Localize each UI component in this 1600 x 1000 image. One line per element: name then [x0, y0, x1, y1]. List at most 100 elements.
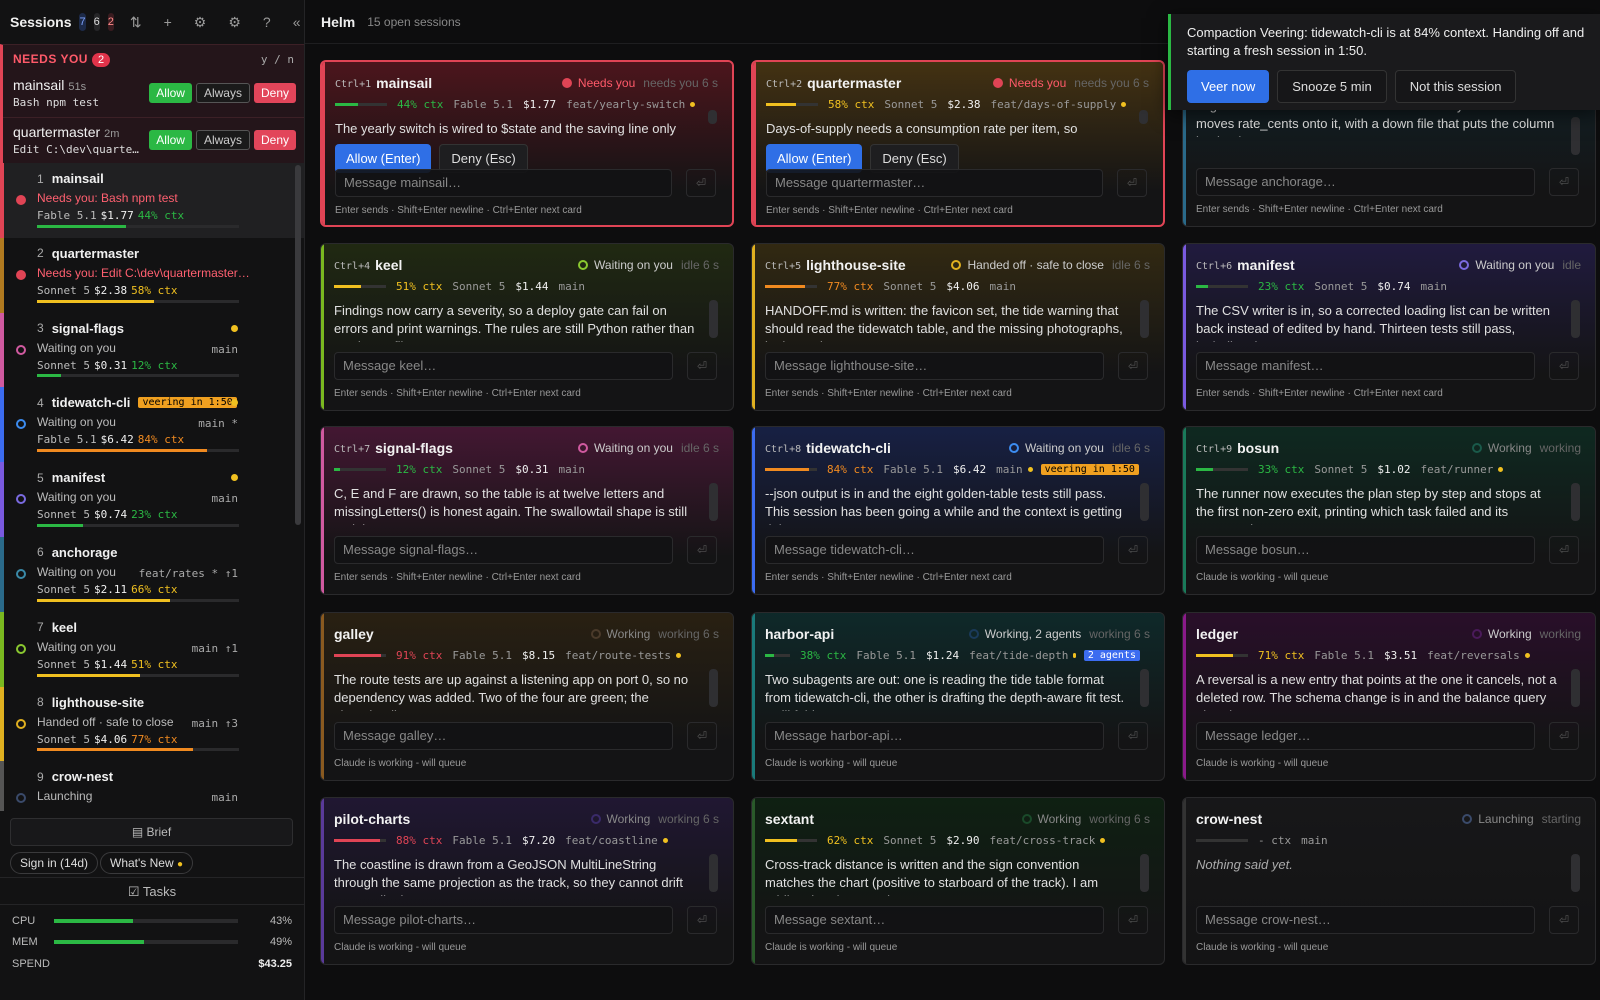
card-scrollbar[interactable]: [1140, 669, 1149, 707]
settings-icon[interactable]: ⚙: [194, 14, 207, 31]
card-scrollbar[interactable]: [708, 110, 717, 124]
session-card-mainsail[interactable]: Ctrl+1 mainsail Needs you needs you 6 s 44% …: [320, 60, 734, 227]
send-icon[interactable]: ⏎: [686, 169, 716, 197]
message-input[interactable]: Message sextant…: [765, 906, 1104, 934]
session-item-lighthouse-site[interactable]: 8 lighthouse-site Handed off · safe to clo…: [0, 686, 304, 762]
session-card-manifest[interactable]: Ctrl+6 manifest Waiting on you idle 23% ctx S…: [1182, 243, 1596, 411]
help-icon[interactable]: ?: [263, 14, 271, 30]
card-scrollbar[interactable]: [1571, 669, 1580, 707]
session-item-keel[interactable]: 7 keel Waiting on you main ↑1 Sonnet 5 $1.44 5…: [0, 611, 304, 687]
allow-button[interactable]: Allow: [149, 83, 192, 103]
session-card-keel[interactable]: Ctrl+4 keel Waiting on you idle 6 s 51% ctx S…: [320, 243, 734, 411]
session-card-lighthouse-site[interactable]: Ctrl+5 lighthouse-site Handed off · safe t…: [751, 243, 1165, 411]
card-ctx: 12% ctx: [396, 462, 443, 476]
send-icon[interactable]: ⏎: [1549, 352, 1579, 380]
send-icon[interactable]: ⏎: [1117, 169, 1147, 197]
session-list-scrollbar[interactable]: [295, 165, 301, 525]
card-scrollbar[interactable]: [1140, 854, 1149, 892]
always-button[interactable]: Always: [195, 83, 250, 103]
session-card-pilot-charts[interactable]: pilot-charts Working working 6 s 88% ctx Fab…: [320, 797, 734, 965]
message-input[interactable]: Message tidewatch-cli…: [765, 536, 1104, 564]
session-card-harbor-api[interactable]: harbor-api Working, 2 agents working 6 s 38…: [751, 612, 1165, 781]
brief-button[interactable]: ▤ Brief: [10, 818, 293, 846]
message-input[interactable]: Message ledger…: [1196, 722, 1535, 750]
send-icon[interactable]: ⏎: [687, 722, 717, 750]
message-input[interactable]: Message harbor-api…: [765, 722, 1104, 750]
deny-button[interactable]: Deny: [253, 83, 296, 103]
message-input[interactable]: Message keel…: [334, 352, 673, 380]
session-card-crow-nest[interactable]: crow-nest Launching starting - ctx main Nothi…: [1182, 797, 1596, 965]
needs-you-item[interactable]: mainsail 51s Bash npm test Allow Always De…: [3, 71, 304, 117]
session-item-anchorage[interactable]: 6 anchorage Waiting on you feat/rates * ↑1 S…: [0, 536, 304, 612]
message-input[interactable]: Message mainsail…: [335, 169, 672, 197]
session-card-quartermaster[interactable]: Ctrl+2 quartermaster Needs you needs you 6 …: [751, 60, 1165, 227]
session-card-tidewatch-cli[interactable]: Ctrl+8 tidewatch-cli Waiting on you idle 6 …: [751, 426, 1165, 595]
card-name: signal-flags: [375, 440, 453, 456]
card-scrollbar[interactable]: [709, 854, 718, 892]
message-input[interactable]: Message galley…: [334, 722, 673, 750]
message-input[interactable]: Message bosun…: [1196, 536, 1535, 564]
card-scrollbar[interactable]: [709, 483, 718, 521]
card-scrollbar[interactable]: [1571, 117, 1580, 155]
session-card-galley[interactable]: galley Working working 6 s 91% ctx Fable 5.1…: [320, 612, 734, 781]
send-icon[interactable]: ⏎: [1549, 722, 1579, 750]
send-icon[interactable]: ⏎: [1549, 536, 1579, 564]
session-item-crow-nest[interactable]: 9 crow-nest Launching main: [0, 761, 304, 811]
send-icon[interactable]: ⏎: [1549, 168, 1579, 196]
spend-value: $43.25: [258, 958, 292, 970]
session-item-quartermaster[interactable]: 2 quartermaster Needs you: Edit C:\dev\qua…: [0, 237, 304, 313]
send-icon[interactable]: ⏎: [1549, 906, 1579, 934]
card-scrollbar[interactable]: [709, 669, 718, 707]
session-item-signal-flags[interactable]: 3 signal-flags Waiting on you main Sonnet 5 $…: [0, 312, 304, 388]
snooze-button[interactable]: Snooze 5 min: [1277, 70, 1387, 103]
send-icon[interactable]: ⏎: [1118, 906, 1148, 934]
message-input[interactable]: Message lighthouse-site…: [765, 352, 1104, 380]
message-input[interactable]: Message pilot-charts…: [334, 906, 673, 934]
card-scrollbar[interactable]: [1571, 483, 1580, 521]
add-icon[interactable]: +: [164, 14, 172, 30]
ctx-bar-fill: [37, 224, 126, 228]
always-button[interactable]: Always: [195, 129, 250, 150]
session-item-manifest[interactable]: 5 manifest Waiting on you main Sonnet 5 $0.74…: [0, 462, 304, 537]
sort-icon[interactable]: ⇅: [130, 14, 142, 31]
sign-in-button[interactable]: Sign in (14d): [10, 852, 99, 874]
session-card-sextant[interactable]: sextant Working working 6 s 62% ctx Sonnet 5…: [751, 797, 1165, 965]
session-branch: main *: [198, 417, 238, 431]
message-input[interactable]: Message anchorage…: [1196, 168, 1535, 196]
send-icon[interactable]: ⏎: [1118, 352, 1148, 380]
veer-now-button[interactable]: Veer now: [1187, 70, 1270, 103]
card-body: The runner now executes the plan step by…: [1196, 486, 1541, 525]
session-card-bosun[interactable]: Ctrl+9 bosun Working working 33% ctx Sonnet 5…: [1182, 426, 1596, 595]
card-scrollbar[interactable]: [1139, 110, 1148, 124]
send-icon[interactable]: ⏎: [687, 906, 717, 934]
card-scrollbar[interactable]: [1140, 483, 1149, 521]
needs-you-item[interactable]: quartermaster 2m Edit C:\dev\quarterm… All…: [3, 117, 304, 163]
message-input[interactable]: Message crow-nest…: [1196, 906, 1535, 934]
session-item-tidewatch-cli[interactable]: 4 tidewatch-cli veering in 1:50 Waiting on …: [0, 387, 304, 463]
not-this-session-button[interactable]: Not this session: [1394, 70, 1517, 103]
gear-icon[interactable]: ⚙: [228, 14, 241, 31]
session-status: Launching: [37, 789, 93, 804]
card-model: Fable 5.1: [883, 462, 943, 476]
send-icon[interactable]: ⏎: [1118, 536, 1148, 564]
card-scrollbar[interactable]: [1140, 300, 1149, 338]
deny-button[interactable]: Deny: [253, 129, 296, 150]
message-input[interactable]: Message quartermaster…: [766, 169, 1103, 197]
session-item-mainsail[interactable]: 1 mainsail Needs you: Bash npm test Fable 5…: [0, 163, 304, 238]
session-card-signal-flags[interactable]: Ctrl+7 signal-flags Waiting on you idle 6 s…: [320, 426, 734, 595]
card-scrollbar[interactable]: [1571, 300, 1580, 338]
allow-button[interactable]: Allow: [149, 129, 192, 150]
send-icon[interactable]: ⏎: [687, 352, 717, 380]
session-card-ledger[interactable]: ledger Working working 71% ctx Fable 5.1 $3.5…: [1182, 612, 1596, 781]
card-scrollbar[interactable]: [1571, 854, 1580, 892]
send-icon[interactable]: ⏎: [1118, 722, 1148, 750]
card-scrollbar[interactable]: [709, 300, 718, 338]
message-input[interactable]: Message signal-flags…: [334, 536, 673, 564]
status-ring-icon: [16, 718, 26, 729]
tasks-button[interactable]: ☑ Tasks: [0, 877, 304, 905]
collapse-icon[interactable]: «: [293, 14, 301, 30]
card-name: tidewatch-cli: [806, 440, 891, 456]
whats-new-button[interactable]: What's New ●: [100, 852, 194, 874]
send-icon[interactable]: ⏎: [687, 536, 717, 564]
message-input[interactable]: Message manifest…: [1196, 352, 1535, 380]
